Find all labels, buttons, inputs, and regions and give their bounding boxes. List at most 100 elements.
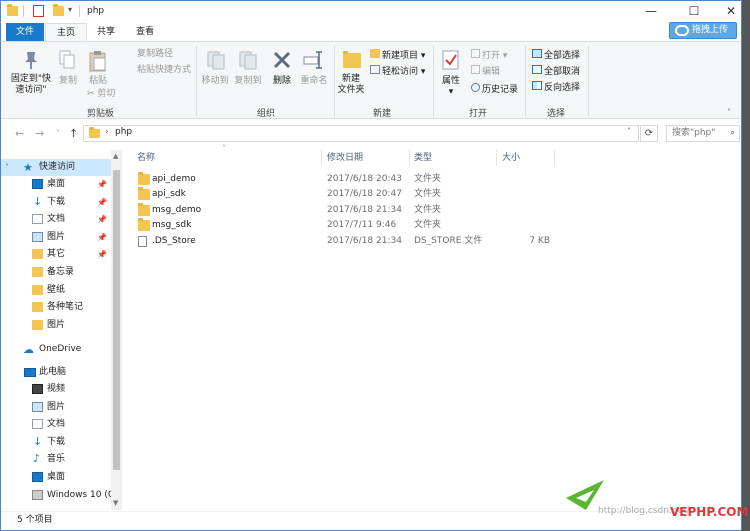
copy-to-button[interactable]: 复制到 — [233, 76, 263, 87]
history-button[interactable]: 历史记录 — [471, 83, 518, 96]
nav-item-label: 下载 — [47, 436, 66, 447]
breadcrumb-php[interactable]: php — [115, 127, 132, 137]
delete-button[interactable]: 删除 — [270, 76, 294, 87]
file-row[interactable]: api_sdk 2017/6/18 20:47 文件夹 — [135, 187, 555, 202]
customize-quick-access-icon[interactable]: ▾ — [68, 5, 72, 14]
column-header-date[interactable]: 修改日期 — [327, 150, 363, 166]
column-header-size[interactable]: 大小 — [502, 150, 520, 166]
new-folder-quick-icon[interactable] — [53, 4, 64, 16]
ribbon-tabs: 文件 主页 共享 查看 — [1, 23, 741, 41]
divider — [525, 46, 526, 116]
scroll-down-icon[interactable]: ▼ — [113, 499, 118, 507]
properties-button[interactable]: 属性 ▾ — [437, 76, 465, 98]
pin-icon[interactable]: 📌 — [97, 194, 107, 211]
pin-icon[interactable]: 📌 — [97, 246, 107, 263]
tab-home[interactable]: 主页 — [45, 23, 87, 41]
select-all-button[interactable]: 全部选择 — [532, 49, 580, 62]
breadcrumb-chevron-icon[interactable]: › — [105, 127, 109, 137]
properties-quick-icon[interactable] — [33, 5, 44, 17]
recent-locations-icon[interactable]: ˅ — [56, 129, 60, 138]
nav-item[interactable]: 其它 📌 — [1, 246, 111, 263]
nav-item[interactable]: 图片 — [1, 399, 111, 416]
file-row[interactable]: msg_sdk 2017/7/11 9:46 文件夹 — [135, 218, 555, 233]
scroll-up-icon[interactable]: ▲ — [113, 152, 118, 160]
nav-item-label: 音乐 — [47, 454, 66, 465]
nav-item[interactable]: ↓ 下载 📌 — [1, 194, 111, 211]
nav-item[interactable]: 图片 📌 — [1, 229, 111, 246]
search-placeholder: 搜索"php" — [672, 128, 716, 138]
drag-upload-button[interactable]: 拖拽上传 — [669, 22, 737, 39]
nav-item[interactable]: 桌面 — [1, 469, 111, 486]
file-row[interactable]: .DS_Store 2017/6/18 21:34 DS_STORE 文件 7 KB — [135, 234, 555, 249]
rename-button[interactable]: 重命名 — [299, 76, 329, 87]
nav-item-label: 桌面 — [47, 179, 66, 189]
column-header-name[interactable]: 名称 — [137, 150, 155, 166]
nav-onedrive[interactable]: ☁ OneDrive — [1, 341, 111, 358]
nav-item[interactable]: ♪ 音乐 — [1, 451, 111, 468]
new-folder-button[interactable]: 新建 文件夹 — [334, 74, 368, 96]
nav-item[interactable]: 壁纸 — [1, 282, 111, 299]
nav-item[interactable]: 视频 — [1, 381, 111, 398]
cut-label: 剪切 — [97, 89, 116, 99]
file-name: api_sdk — [152, 189, 186, 200]
open-button[interactable]: 打开 ▾ — [471, 49, 507, 62]
nav-item[interactable]: 图片 — [1, 317, 111, 334]
tab-view[interactable]: 查看 — [125, 23, 165, 41]
pin-icon[interactable]: 📌 — [97, 211, 107, 228]
pin-icon[interactable]: 📌 — [97, 176, 107, 193]
maximize-button[interactable]: ☐ — [676, 1, 712, 21]
folder-icon — [7, 4, 18, 16]
file-type: 文件夹 — [414, 220, 442, 231]
address-bar[interactable]: › php ˅ — [83, 125, 639, 142]
edit-button[interactable]: 编辑 — [471, 65, 500, 78]
scrollbar-thumb[interactable] — [113, 170, 120, 470]
nav-item[interactable]: 文档 — [1, 416, 111, 433]
chevron-down-icon[interactable]: ˅ — [5, 159, 9, 176]
pin-quick-access-button[interactable]: 固定到"快速访问" — [7, 74, 55, 96]
nav-item[interactable]: ↓ 下载 — [1, 434, 111, 451]
minimize-button[interactable]: — — [633, 1, 669, 21]
easy-access-button[interactable]: 轻松访问 ▾ — [370, 65, 425, 78]
navigation-scrollbar[interactable]: ▲ ▼ — [111, 150, 122, 510]
nav-item[interactable]: Windows 10 (C — [1, 487, 114, 504]
nav-item-label: 图片 — [47, 231, 66, 242]
copy-button[interactable]: 复制 — [56, 76, 80, 87]
paste-shortcut-button[interactable]: 粘贴快捷方式 — [123, 65, 191, 76]
collapse-ribbon-icon[interactable]: ˄ — [727, 108, 731, 117]
copy-path-button[interactable]: 复制路径 — [123, 49, 173, 60]
back-arrow-icon[interactable]: ← — [15, 127, 24, 140]
divider — [321, 150, 322, 166]
address-dropdown-icon[interactable]: ˅ — [627, 127, 631, 136]
select-none-button[interactable]: 全部取消 — [532, 65, 580, 78]
file-row[interactable]: msg_demo 2017/6/18 21:34 文件夹 — [135, 202, 555, 218]
column-header-type[interactable]: 类型 — [414, 150, 432, 166]
forward-arrow-icon[interactable]: → — [35, 127, 44, 140]
search-input[interactable]: 搜索"php" ⌕ — [666, 125, 740, 142]
invert-selection-button[interactable]: 反向选择 — [532, 81, 580, 94]
close-button[interactable]: ✕ — [713, 1, 741, 21]
nav-this-pc[interactable]: 此电脑 — [1, 364, 111, 381]
nav-item[interactable]: 文档 📌 — [1, 211, 111, 228]
nav-item-label: 图片 — [47, 401, 66, 412]
refresh-button[interactable]: ⟳ — [640, 125, 658, 142]
cloud-icon — [675, 25, 689, 36]
copy-to-icon — [238, 50, 258, 70]
pin-icon[interactable]: 📌 — [97, 229, 107, 246]
tab-file[interactable]: 文件 — [6, 23, 44, 41]
nav-quick-access-label: 快速访问 — [39, 162, 76, 172]
nav-item[interactable]: 各种笔记 — [1, 299, 111, 316]
nav-item-label: 壁纸 — [47, 284, 66, 295]
nav-item[interactable]: 桌面 📌 — [1, 176, 111, 193]
tab-share[interactable]: 共享 — [87, 23, 125, 41]
nav-quick-access[interactable]: ˅ ★ 快速访问 — [1, 159, 111, 176]
nav-item[interactable]: 备忘录 — [1, 264, 111, 281]
cut-button[interactable]: ✂ 剪切 — [87, 89, 115, 100]
history-icon — [471, 83, 480, 92]
up-arrow-icon[interactable]: ↑ — [69, 127, 78, 140]
nav-item-label: 文档 — [47, 214, 66, 225]
file-row[interactable]: api_demo 2017/6/18 20:43 文件夹 — [135, 172, 555, 187]
edit-icon — [471, 65, 480, 74]
move-to-button[interactable]: 移动到 — [200, 76, 230, 87]
paste-button[interactable]: 粘贴 — [85, 76, 111, 87]
new-item-button[interactable]: 新建项目 ▾ — [370, 49, 425, 62]
